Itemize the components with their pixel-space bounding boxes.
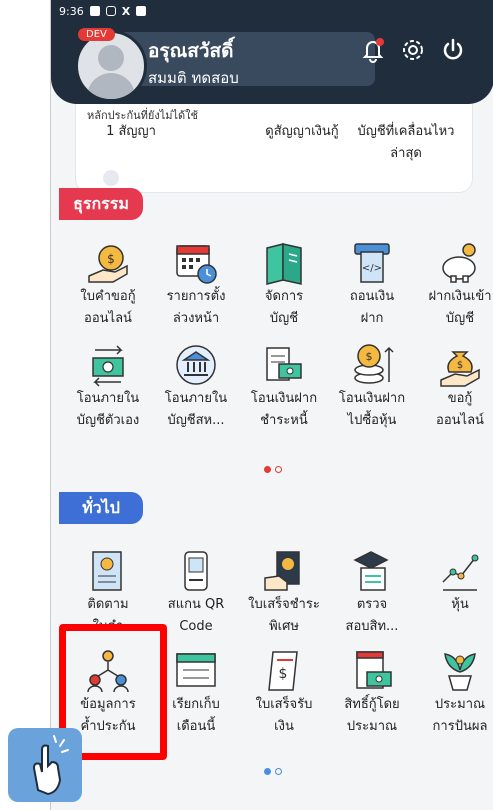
qr-scan-icon — [184, 551, 208, 591]
user-name: อรุณสวัสดิ์ — [148, 40, 234, 62]
bell-icon[interactable] — [359, 36, 387, 64]
graduation-icon — [353, 551, 389, 591]
piggy-bank-icon — [442, 243, 476, 283]
grid-item-receipt[interactable]: $ ใบเสร็จรับ เงิน — [241, 648, 327, 738]
recent-accounts-line2: ล่าสุด — [390, 146, 422, 161]
grid-item-dividend-estimate[interactable]: ประมาณ การปันผล — [417, 648, 493, 738]
gear-icon[interactable] — [399, 36, 427, 64]
svg-text:$: $ — [107, 252, 115, 266]
invoice-icon — [266, 347, 302, 381]
coins-icon: $ — [354, 344, 394, 384]
status-time: 9:36 — [59, 4, 84, 18]
loan-bag-icon: $ — [88, 245, 128, 283]
grid-item-check-rights[interactable]: ตรวจ สอบสิท... — [329, 548, 415, 638]
grid-item-shares[interactable]: หุ้น — [417, 548, 493, 616]
grid-item-online-loan[interactable]: $ ขอกู้ ออนไลน์ — [417, 342, 493, 432]
dev-badge: DEV — [78, 28, 115, 41]
grid-item-loan-request[interactable]: $ ใบคำขอกู้ ออนไลน์ — [65, 240, 151, 330]
atm-icon: </> — [354, 243, 390, 283]
user-sub: สมมติ ทดสอบ — [148, 69, 239, 87]
contracts-count[interactable]: 1 สัญญา — [91, 120, 171, 141]
status-square-icon — [136, 6, 147, 16]
bank-icon — [176, 345, 216, 385]
grid-item-loan-estimate[interactable]: สิทธิ์กู้โดย ประมาณ — [329, 648, 415, 738]
receipt-hand-icon — [264, 551, 300, 591]
grid-item-transfer-own[interactable]: โอนภายใน บัญชีตัวเอง — [65, 342, 151, 432]
plant-icon — [444, 653, 476, 691]
pager-dots-general — [51, 760, 493, 779]
status-bar: 9:36 X — [51, 0, 493, 22]
svg-text:$: $ — [366, 350, 373, 363]
svg-text:</>: </> — [362, 263, 382, 274]
grid-item-scheduled[interactable]: รายการตั้ง ล่วงหน้า — [153, 240, 239, 330]
svg-text:$: $ — [279, 666, 288, 682]
pager-dots-transactions — [51, 458, 493, 477]
calendar-clock-icon — [176, 245, 217, 284]
recent-accounts-line1[interactable]: บัญชีที่เคลื่อนไหว — [341, 120, 471, 141]
transfer-icon — [92, 345, 124, 387]
section-transactions-title: ธุรกรรม — [59, 188, 143, 220]
x-app-icon: X — [121, 4, 131, 18]
grid-item-special-receipt[interactable]: ใบเสร็จชำระ พิเศษ — [241, 548, 327, 638]
money-doc-icon — [356, 651, 392, 689]
grid-item-withdraw[interactable]: </> ถอนเงิน ฝาก — [329, 240, 415, 330]
power-icon[interactable] — [439, 36, 467, 64]
bill-icon — [176, 653, 216, 687]
tap-hand-icon — [8, 728, 82, 802]
book-icon — [266, 243, 302, 285]
growth-icon — [442, 554, 479, 591]
svg-text:$: $ — [457, 360, 463, 371]
circle-icon — [103, 170, 119, 186]
grid-item-manage-account[interactable]: จัดการ บัญชี — [241, 240, 327, 330]
grid-item-deposit[interactable]: ฝากเงินเข้า บัญชี — [417, 240, 493, 330]
phone-screen: 9:36 X DEV อรุณสวัสดิ์ สมมติ ทดสอบ หลักป… — [50, 0, 493, 810]
hand-bag-icon: $ — [440, 351, 480, 387]
section-general-title: ทั่วไป — [59, 492, 143, 524]
grid-item-pay-debt[interactable]: โอนเงินฝาก ชำระหนี้ — [241, 342, 327, 432]
receipt-icon: $ — [268, 651, 298, 691]
grid-item-transfer-coop[interactable]: โอนภายใน บัญชีสห... — [153, 342, 239, 432]
document-icon — [92, 551, 122, 591]
grid-item-buy-shares[interactable]: $ โอนเงินฝาก ไปซื้อหุ้น — [329, 342, 415, 432]
instagram-icon — [105, 6, 116, 16]
app-header: DEV อรุณสวัสดิ์ สมมติ ทดสอบ — [51, 22, 493, 104]
notification-icon — [89, 6, 100, 16]
